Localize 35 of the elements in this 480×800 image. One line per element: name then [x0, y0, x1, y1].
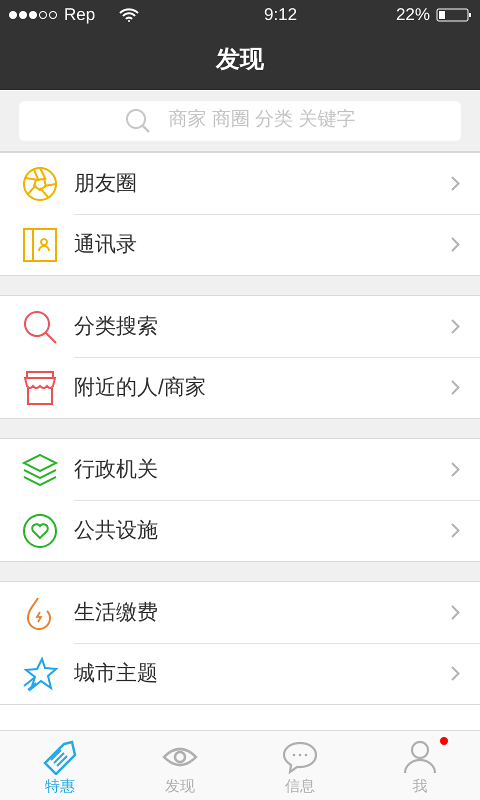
menu-item[interactable]: 生活缴费 [0, 582, 480, 643]
battery-icon [436, 8, 472, 22]
aperture-icon [22, 166, 58, 202]
chevron-icon [451, 176, 460, 191]
signal-icon [8, 10, 60, 20]
menu-item[interactable]: 分类搜索 [0, 296, 480, 357]
chevron-icon [451, 237, 460, 252]
menu-item[interactable]: 附近的人/商家 [0, 357, 480, 418]
shop-icon [22, 370, 58, 406]
chevron-icon [451, 319, 460, 334]
carrier-name: Rep [64, 4, 96, 26]
page-title: 发现 [216, 45, 264, 75]
layers-icon [22, 452, 58, 488]
chevron-icon [451, 462, 460, 477]
chevron-icon [451, 523, 460, 538]
chevron-icon [451, 380, 460, 395]
search-icon [124, 108, 151, 134]
search-placeholder: 商家 商圈 分类 关键字 [168, 108, 356, 132]
menu-item[interactable]: 城市主题 [0, 643, 480, 704]
battery-percent: 22% [396, 4, 430, 26]
chevron-icon [451, 605, 460, 620]
menu-item[interactable]: 行政机关 [0, 439, 480, 500]
chevron-icon [451, 666, 460, 681]
menu-item[interactable]: 朋友圈 [0, 153, 480, 214]
search-icon [22, 308, 58, 344]
person-icon [402, 739, 438, 775]
menu-item[interactable]: 通讯录 [0, 214, 480, 275]
contact-book-icon [22, 226, 58, 262]
menu-item[interactable]: 公共设施 [0, 500, 480, 561]
tag-icon [42, 739, 78, 775]
clock-time: 9:12 [264, 4, 298, 26]
wifi-icon [119, 8, 140, 22]
heart-circle-icon [22, 512, 58, 548]
chat-bubble-icon [282, 739, 318, 775]
star-icon [22, 656, 58, 692]
